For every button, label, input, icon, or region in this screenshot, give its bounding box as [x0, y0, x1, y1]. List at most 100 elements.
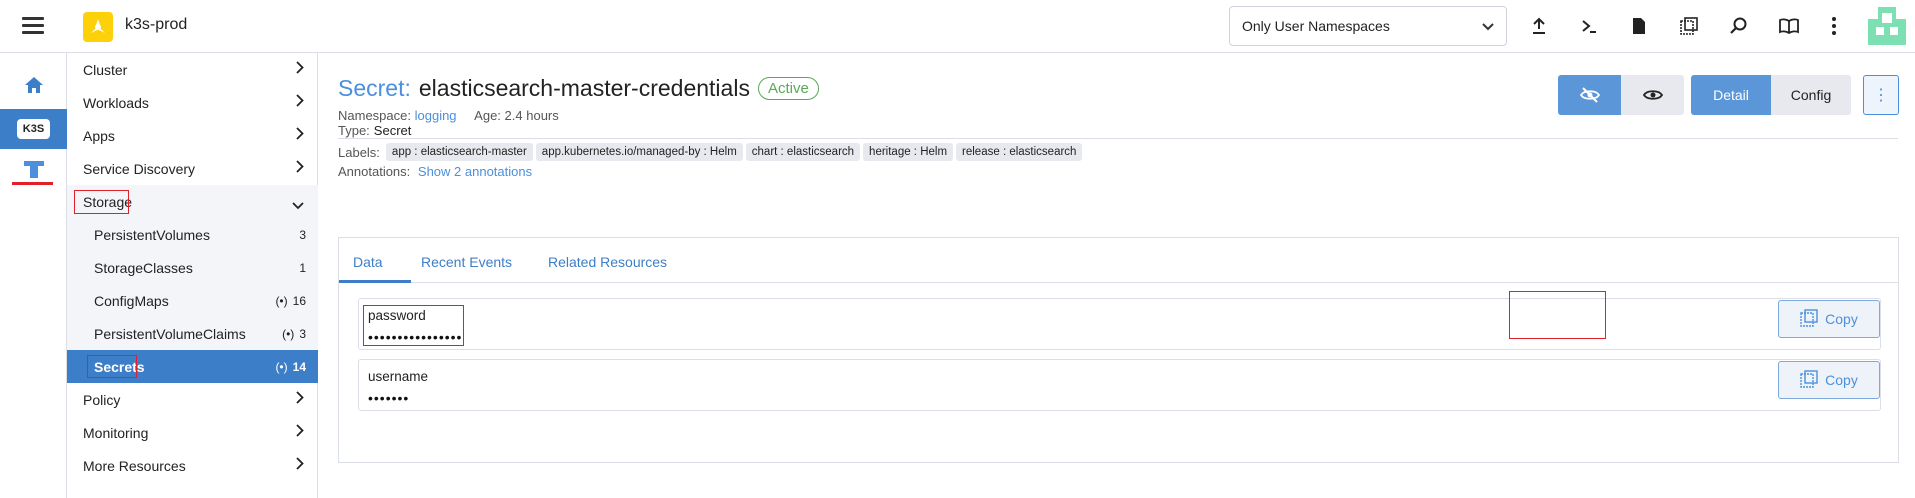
annotations-field: Annotations: Show 2 annotations: [338, 164, 532, 179]
main-content: Secret: elasticsearch-master-credentials…: [318, 53, 1915, 498]
sidebar-item-label: More Resources: [83, 457, 186, 474]
resource-tabs: Data Recent Events Related Resources pas…: [338, 237, 1899, 463]
password-highlight: [363, 305, 464, 346]
label-tag: chart : elasticsearch: [745, 143, 861, 161]
more-vertical-icon[interactable]: [1822, 14, 1846, 38]
sidebar-item-label: Service Discovery: [83, 160, 196, 177]
status-badge: Active: [757, 77, 819, 100]
labels-label: Labels:: [338, 144, 380, 160]
namespace-filter-value: Only User Namespaces: [1242, 18, 1390, 34]
top-bar: k3s-prod Only User Namespaces: [0, 0, 1915, 53]
sidebar-item-monitoring[interactable]: Monitoring: [67, 416, 318, 449]
age-value: 2.4 hours: [504, 108, 559, 123]
sidebar-item-persistentvolumes[interactable]: PersistentVolumes 3: [67, 218, 318, 251]
chevron-down-icon: [292, 197, 304, 213]
tab-data[interactable]: Data: [353, 254, 383, 270]
sidebar-item-persistentvolumeclaims[interactable]: PersistentVolumeClaims (•) 3: [67, 317, 318, 350]
hide-values-button[interactable]: [1558, 75, 1621, 115]
cluster-k3s-button[interactable]: K3S: [0, 109, 67, 149]
sidebar-item-service-discovery[interactable]: Service Discovery: [67, 152, 318, 185]
label-tag: app : elasticsearch-master: [385, 143, 533, 161]
detail-button[interactable]: Detail: [1691, 75, 1771, 115]
copy-label: Copy: [1825, 311, 1858, 327]
item-count: 3: [299, 227, 306, 242]
chevron-right-icon: [296, 391, 304, 407]
storage-highlight: [74, 190, 129, 214]
show-values-button[interactable]: [1621, 75, 1684, 115]
more-vertical-icon: ⋮: [1873, 87, 1889, 104]
namespace-label: Namespace:: [338, 108, 411, 123]
sidebar-item-cluster[interactable]: Cluster: [67, 53, 318, 86]
avatar[interactable]: [1868, 7, 1906, 45]
cluster-name[interactable]: k3s-prod: [125, 16, 187, 34]
terminal-icon[interactable]: [1577, 14, 1601, 38]
active-cluster-indicator: [12, 182, 53, 185]
sidebar-item-configmaps[interactable]: ConfigMaps (•) 16: [67, 284, 318, 317]
resource-type[interactable]: Secret:: [338, 75, 411, 102]
labels-field: Labels: app : elasticsearch-master app.k…: [338, 143, 1085, 161]
active-tab-indicator: [339, 280, 411, 283]
sidebar-item-more-resources[interactable]: More Resources: [67, 449, 318, 482]
data-key: username: [368, 369, 429, 384]
copy-button[interactable]: Copy: [1778, 300, 1880, 338]
cluster-logo-icon: [83, 12, 113, 42]
copy-highlight: [1509, 291, 1606, 339]
annotations-label: Annotations:: [338, 164, 411, 179]
label-tag: release : elasticsearch: [956, 143, 1083, 161]
sidebar: Cluster Workloads Apps Service Discovery…: [67, 53, 318, 498]
search-icon[interactable]: [1727, 14, 1751, 38]
sidebar-item-label: PersistentVolumeClaims: [94, 325, 246, 342]
chevron-right-icon: [296, 94, 304, 110]
tab-recent-events[interactable]: Recent Events: [421, 254, 512, 270]
data-entry-password: password •••••••••••••••• Copy: [358, 298, 1881, 350]
secrets-highlight: [87, 355, 137, 378]
type-field: Type: Secret: [338, 123, 411, 138]
actions-menu-button[interactable]: ⋮: [1863, 75, 1899, 115]
copy-icon: [1800, 369, 1818, 391]
namespace-link[interactable]: logging: [415, 108, 457, 123]
chevron-down-icon: [1482, 18, 1494, 34]
chevron-right-icon: [296, 127, 304, 143]
type-label: Type:: [338, 123, 370, 138]
sidebar-item-label: ConfigMaps: [94, 292, 169, 309]
copy-config-icon[interactable]: [1677, 14, 1701, 38]
copy-label: Copy: [1825, 372, 1858, 388]
sidebar-item-policy[interactable]: Policy: [67, 383, 318, 416]
sidebar-item-storageclasses[interactable]: StorageClasses 1: [67, 251, 318, 284]
copy-button[interactable]: Copy: [1778, 361, 1880, 399]
label-tag: app.kubernetes.io/managed-by : Helm: [535, 143, 743, 161]
item-count: 3: [299, 326, 306, 341]
config-button[interactable]: Config: [1771, 75, 1851, 115]
sidebar-item-label: Workloads: [83, 94, 149, 111]
sidebar-item-label: PersistentVolumes: [94, 226, 210, 243]
sidebar-item-label: Policy: [83, 391, 121, 408]
sidebar-item-label: StorageClasses: [94, 259, 193, 276]
file-icon[interactable]: [1627, 14, 1651, 38]
data-value: •••••••: [368, 390, 410, 406]
label-tag: heritage : Helm: [863, 143, 954, 161]
namespace-filter-select[interactable]: Only User Namespaces: [1229, 6, 1507, 46]
namespaced-icon: (•): [282, 326, 295, 341]
book-icon[interactable]: [1777, 14, 1801, 38]
tab-related-resources[interactable]: Related Resources: [548, 254, 667, 270]
tab-bar: Data Recent Events Related Resources: [339, 238, 1898, 283]
sidebar-item-label: Apps: [83, 127, 115, 144]
item-count: 14: [292, 359, 306, 374]
visibility-toggle-group: [1558, 75, 1684, 115]
chevron-right-icon: [296, 457, 304, 473]
data-entry-username: username ••••••• Copy: [358, 359, 1881, 411]
sidebar-item-workloads[interactable]: Workloads: [67, 86, 318, 119]
menu-icon[interactable]: [22, 17, 44, 35]
namespaced-icon: (•): [275, 359, 288, 374]
chevron-right-icon: [296, 61, 304, 77]
sidebar-item-apps[interactable]: Apps: [67, 119, 318, 152]
type-value: Secret: [373, 123, 412, 138]
chevron-right-icon: [296, 160, 304, 176]
cluster-rail: K3S: [0, 53, 67, 498]
resource-meta: Namespace: logging Age: 2.4 hours: [338, 108, 559, 123]
sidebar-item-label: Monitoring: [83, 424, 149, 441]
view-mode-group: Detail Config: [1691, 75, 1851, 115]
home-icon[interactable]: [0, 65, 67, 105]
show-annotations-link[interactable]: Show 2 annotations: [418, 164, 532, 179]
upload-icon[interactable]: [1527, 14, 1551, 38]
